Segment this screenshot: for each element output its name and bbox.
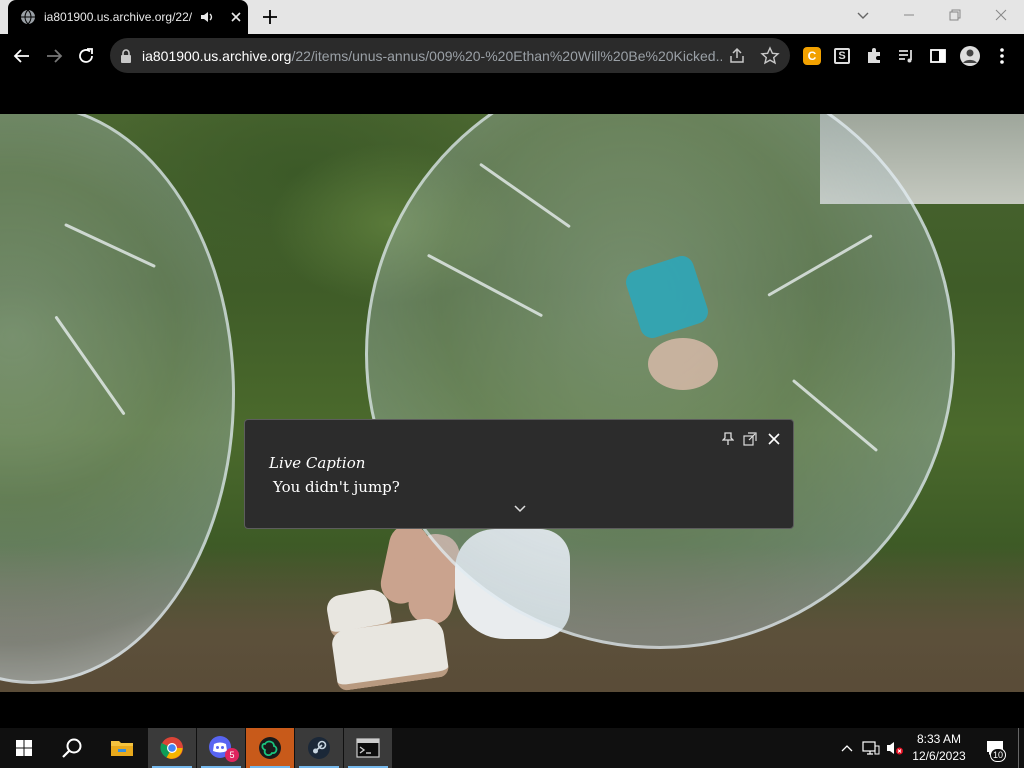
reload-icon [79,48,93,63]
clock[interactable]: 8:33 AM 12/6/2023 [900,731,978,767]
video-player[interactable] [0,114,1024,692]
steam-icon [308,737,330,759]
caption-close-button[interactable] [765,430,783,448]
taskbar-file-explorer[interactable] [98,728,146,768]
new-tab-icon[interactable] [258,6,282,28]
discord-badge: 5 [225,748,239,762]
taskbar-chatgpt[interactable] [246,728,294,768]
browser-toolbar: ia801900.us.archive.org/22/items/unus-an… [0,34,1024,78]
reload-button[interactable] [74,44,98,68]
chevron-up-icon [841,745,853,752]
start-button[interactable] [0,728,48,768]
coupon-extension-icon: C [803,47,821,65]
chevron-down-icon [857,12,869,19]
file-explorer-icon [111,741,133,756]
forward-button[interactable] [42,44,66,68]
avatar-icon [960,46,980,66]
speaker-icon[interactable] [200,10,214,24]
side-panel-icon [930,49,946,63]
chrome-icon [160,737,183,759]
address-bar[interactable]: ia801900.us.archive.org/22/items/unus-an… [110,38,790,73]
coupon-extension-button[interactable]: C [800,44,824,68]
restore-button[interactable] [932,0,978,30]
notification-center-button[interactable]: 10 [980,728,1010,768]
arrow-left-icon [13,49,29,63]
live-caption-text: You didn't jump? [273,478,400,496]
popout-icon [743,432,757,446]
chatgpt-icon [259,737,281,759]
search-icon [62,738,82,758]
share-icon[interactable] [728,47,746,65]
lock-icon[interactable] [120,49,132,63]
s-extension-icon: S [834,48,850,64]
tab-strip: ia801900.us.archive.org/22/i [0,0,1024,34]
tab-search-button[interactable] [840,0,886,30]
bookmark-star-icon[interactable] [760,46,780,66]
puzzle-icon [868,48,880,63]
clock-date: 12/6/2023 [912,749,966,763]
kebab-menu-icon [1000,48,1004,64]
profile-button[interactable] [958,44,982,68]
windows-start-icon [16,740,32,756]
media-icon [899,50,912,63]
terminal-icon [356,738,380,758]
network-icon [862,741,880,755]
pin-button[interactable] [719,430,737,448]
back-button[interactable] [10,44,34,68]
menu-button[interactable] [990,44,1014,68]
popout-button[interactable] [741,430,759,448]
minimize-button[interactable] [886,0,932,30]
s-extension-button[interactable]: S [830,44,854,68]
media-controls-button[interactable] [894,44,918,68]
close-tab-icon[interactable] [228,9,244,25]
taskbar: 5 8:33 AM 12/6/2023 10 [0,728,1024,768]
taskbar-discord[interactable]: 5 [197,728,245,768]
chevron-down-icon[interactable] [511,502,529,516]
minimize-icon [904,14,914,16]
restore-icon [949,9,961,21]
screen: ia801900.us.archive.org/22/i ia801900.us… [0,0,1024,768]
taskbar-chrome[interactable] [148,728,196,768]
show-desktop-button[interactable] [1018,728,1019,768]
taskbar-steam[interactable] [295,728,343,768]
url-host: ia801900.us.archive.org [142,48,292,64]
tab-title: ia801900.us.archive.org/22/i [44,10,192,24]
notification-count: 10 [990,748,1006,762]
live-caption-window[interactable]: Live Caption You didn't jump? [244,419,794,529]
close-icon [995,9,1007,21]
show-hidden-icons-button[interactable] [838,728,856,768]
globe-icon [21,9,35,25]
taskbar-search-button[interactable] [48,728,96,768]
person-head [648,338,718,390]
arrow-right-icon [47,49,63,63]
close-window-button[interactable] [978,0,1024,30]
pin-icon [722,432,734,445]
live-caption-title: Live Caption [269,454,366,472]
side-panel-button[interactable] [926,44,950,68]
close-icon [768,433,780,445]
clock-time: 8:33 AM [916,732,962,746]
url-path: /22/items/unus-annus/009%20-%20Ethan%20W… [291,48,722,64]
taskbar-terminal[interactable] [344,728,392,768]
extensions-button[interactable] [862,44,886,68]
url-text[interactable]: ia801900.us.archive.org/22/items/unus-an… [142,48,722,64]
browser-tab[interactable]: ia801900.us.archive.org/22/i [8,0,248,34]
network-button[interactable] [860,728,882,768]
